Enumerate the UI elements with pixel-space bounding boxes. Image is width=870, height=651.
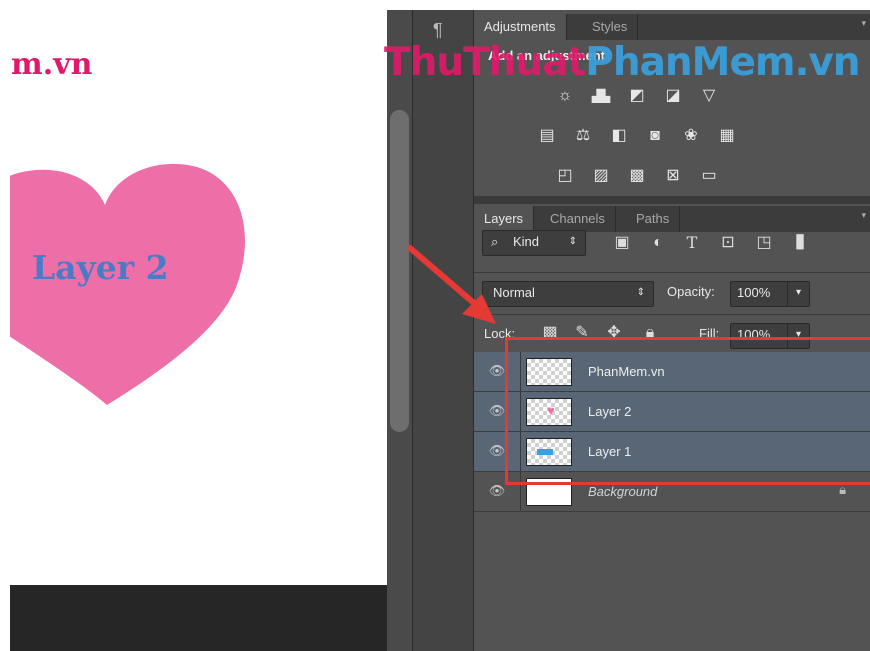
layers-panel-menu-icon[interactable]: ▾	[861, 210, 866, 221]
annotation-highlight-box	[505, 337, 870, 485]
opacity-value[interactable]: 100%	[737, 282, 770, 304]
visibility-eye-icon[interactable]: 👁︎	[488, 402, 506, 420]
document-title-text: m.vn	[11, 47, 93, 82]
adjustment-layer-filter-icon[interactable]: ◐	[648, 233, 668, 253]
tab-paths[interactable]: Paths	[626, 206, 681, 232]
adjustments-row-1: ☼ ▟▙ ◩ ◪ ▽	[474, 86, 870, 116]
panel-separator	[474, 196, 870, 204]
document-canvas[interactable]: m.vn Layer 2	[10, 10, 387, 585]
color-lookup-icon[interactable]: ▦	[716, 126, 738, 146]
panel-area: Adjustments Styles ▾ Add an adjustment ☼…	[474, 10, 870, 651]
visibility-eye-icon[interactable]: 👁︎	[488, 442, 506, 460]
photo-filter-icon[interactable]: ◙	[644, 126, 666, 146]
channel-mixer-icon[interactable]: ❀	[680, 126, 702, 146]
opacity-label: Opacity:	[667, 284, 715, 299]
invert-icon[interactable]: ◰	[554, 166, 576, 186]
opacity-field[interactable]: 100% ▾	[730, 281, 810, 307]
adjustments-row-2: ▤ ⚖ ◧ ◙ ❀ ▦	[474, 126, 870, 156]
posterize-icon[interactable]: ▨	[590, 166, 612, 186]
updown-icon: ⇕	[636, 287, 645, 298]
curves-icon[interactable]: ◩	[626, 86, 648, 106]
threshold-icon[interactable]: ▩	[626, 166, 648, 186]
gradient-triangle-icon[interactable]: ▽	[698, 86, 720, 106]
annotation-arrow	[407, 245, 496, 324]
layer-name[interactable]: Background	[588, 483, 657, 501]
tab-adjustments[interactable]: Adjustments	[474, 14, 567, 40]
type-layer-filter-icon[interactable]: T	[682, 233, 702, 253]
watermark-part1: ThuThuat	[384, 40, 586, 85]
balance-icon[interactable]: ⚖	[572, 126, 594, 146]
levels-icon[interactable]: ▟▙	[590, 86, 612, 106]
exposure-icon[interactable]: ◪	[662, 86, 684, 106]
heart-label-text: Layer 2	[32, 248, 169, 287]
selective-color-icon[interactable]: ⊠	[662, 166, 684, 186]
gradient-map-icon[interactable]: ▭	[698, 166, 720, 186]
black-white-icon[interactable]: ◧	[608, 126, 630, 146]
watermark-part2: PhanMem.vn	[585, 40, 860, 85]
divider	[474, 272, 870, 273]
brightness-contrast-icon[interactable]: ☼	[554, 86, 576, 106]
pixel-layer-filter-icon[interactable]: ▣	[612, 233, 632, 253]
kind-filter-label: Kind	[513, 234, 540, 249]
tab-layers[interactable]: Layers	[474, 206, 535, 232]
panel-menu-icon[interactable]: ▾	[861, 18, 866, 29]
visibility-eye-icon[interactable]: 👁︎	[488, 482, 506, 500]
watermark: ThuThuatPhanMem.vn	[384, 38, 861, 88]
pasteboard	[10, 585, 387, 651]
adjustments-tabbar: Adjustments Styles ▾	[474, 14, 870, 40]
updown-icon: ⇕	[568, 236, 577, 247]
tab-channels[interactable]: Channels	[540, 206, 616, 232]
smart-object-filter-icon[interactable]: ◳	[754, 233, 774, 253]
adjustments-row-3: ◰ ▨ ▩ ⊠ ▭	[474, 166, 870, 196]
layers-tabbar: Layers Channels Paths ▾	[474, 206, 870, 232]
tab-styles[interactable]: Styles	[582, 14, 639, 40]
filter-toggle-icon[interactable]: ▮	[790, 231, 810, 251]
shape-layer-filter-icon[interactable]: ⊡	[718, 233, 738, 253]
opacity-dropdown-icon[interactable]: ▾	[787, 282, 809, 306]
divider	[474, 314, 870, 315]
vibrance-icon[interactable]: ▤	[536, 126, 558, 146]
visibility-eye-icon[interactable]: 👁︎	[488, 362, 506, 380]
